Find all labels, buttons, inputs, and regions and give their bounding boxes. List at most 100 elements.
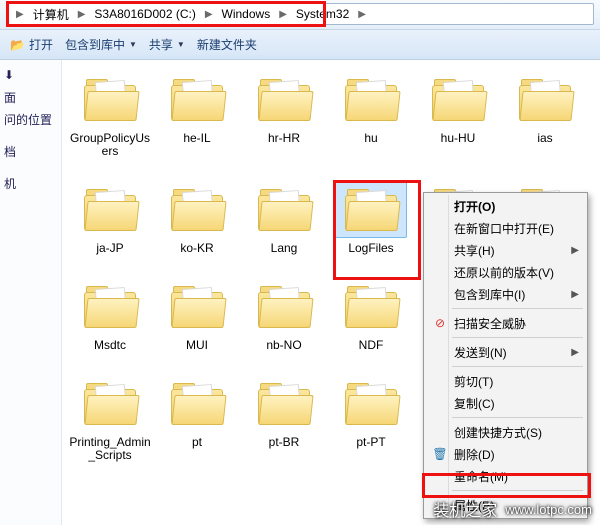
folder-thumb [248, 374, 320, 432]
menu-shortcut[interactable]: 创建快捷方式(S) [426, 421, 585, 443]
menu-rename[interactable]: 重命名(M) [426, 465, 585, 487]
folder-icon [256, 381, 312, 425]
menu-label: 还原以前的版本(V) [454, 264, 554, 281]
sidebar-item[interactable]: 面 [2, 86, 59, 108]
folder-thumb [248, 70, 320, 128]
chevron-right-icon: ▶ [279, 9, 287, 20]
include-label: 包含到库中 [65, 36, 125, 53]
folder-thumb [161, 277, 233, 335]
folder-item[interactable]: NDF [329, 277, 413, 352]
folder-item[interactable]: ja-JP [68, 180, 152, 255]
folder-item[interactable]: MUI [155, 277, 239, 352]
folder-thumb [335, 277, 407, 335]
menu-label: 共享(H) [454, 242, 495, 259]
share-button[interactable]: 共享▼ [149, 36, 185, 53]
folder-item[interactable]: he-IL [155, 70, 239, 158]
chevron-right-icon: ▶ [205, 9, 213, 20]
menu-label: 包含到库中(I) [454, 286, 525, 303]
share-label: 共享 [149, 36, 173, 53]
context-menu: 打开(O) 在新窗口中打开(E) 共享(H) ▶ 还原以前的版本(V) 包含到库中… [423, 192, 588, 519]
folder-item[interactable]: Printing_Admin_Scripts [68, 374, 152, 462]
menu-scan[interactable]: ⊘扫描安全威胁 [426, 312, 585, 334]
folder-label: NDF [359, 339, 384, 352]
folder-icon [517, 77, 573, 121]
watermark: 装机之家 www.lotpc.com [433, 497, 592, 521]
crumb-computer[interactable]: 计算机 [29, 5, 73, 24]
sidebar-item[interactable]: 问的位置 [2, 108, 59, 130]
folder-item[interactable]: Msdtc [68, 277, 152, 352]
folder-icon [82, 381, 138, 425]
folder-thumb [74, 277, 146, 335]
folder-icon [169, 187, 225, 231]
menu-copy[interactable]: 复制(C) [426, 392, 585, 414]
folder-thumb [248, 277, 320, 335]
folder-icon [343, 77, 399, 121]
menu-label: 在新窗口中打开(E) [454, 220, 554, 237]
folder-item[interactable]: GroupPolicyUsers [68, 70, 152, 158]
folder-icon [343, 381, 399, 425]
folder-label: pt [192, 436, 202, 449]
open-button[interactable]: 📂 打开 [10, 36, 53, 53]
menu-open[interactable]: 打开(O) [426, 195, 585, 217]
menu-share[interactable]: 共享(H) ▶ [426, 239, 585, 261]
chevron-right-icon: ▶ [78, 9, 86, 20]
menu-cut[interactable]: 剪切(T) [426, 370, 585, 392]
watermark-url: www.lotpc.com [505, 502, 592, 517]
folder-thumb [161, 180, 233, 238]
shield-icon: ⊘ [432, 315, 448, 331]
folder-item[interactable]: hu-HU [416, 70, 500, 158]
folder-item[interactable]: hu [329, 70, 413, 158]
folder-thumb [335, 70, 407, 128]
folder-icon [82, 284, 138, 328]
include-button[interactable]: 包含到库中 ▼ [65, 36, 137, 53]
chevron-down-icon: ▼ [129, 40, 137, 49]
sidebar-label: 问的位置 [4, 111, 52, 128]
folder-icon [82, 77, 138, 121]
sidebar-item[interactable]: ⬇ [2, 64, 59, 86]
folder-item[interactable]: Lang [242, 180, 326, 255]
crumb-drive[interactable]: S3A8016D002 (C:) [90, 6, 199, 22]
folder-label: LogFiles [348, 242, 393, 255]
menu-open-new[interactable]: 在新窗口中打开(E) [426, 217, 585, 239]
folder-thumb [335, 374, 407, 432]
crumb-system32[interactable]: System32 [292, 6, 353, 22]
submenu-arrow-icon: ▶ [571, 347, 579, 358]
menu-separator [452, 308, 583, 309]
folder-item[interactable]: pt [155, 374, 239, 462]
folder-item[interactable]: pt-BR [242, 374, 326, 462]
new-folder-button[interactable]: 新建文件夹 [197, 36, 257, 53]
folder-icon [343, 187, 399, 231]
folder-label: pt-PT [356, 436, 385, 449]
folder-label: Msdtc [94, 339, 126, 352]
menu-send-to[interactable]: 发送到(N) ▶ [426, 341, 585, 363]
new-folder-label: 新建文件夹 [197, 36, 257, 53]
sidebar-item[interactable]: 档 [2, 140, 59, 162]
folder-item[interactable]: ko-KR [155, 180, 239, 255]
delete-icon: 🗑 [432, 446, 448, 462]
folder-thumb [74, 180, 146, 238]
menu-label: 发送到(N) [454, 344, 507, 361]
sidebar-item[interactable]: 机 [2, 172, 59, 194]
crumb-windows[interactable]: Windows [218, 6, 275, 22]
folder-label: hu-HU [441, 132, 476, 145]
menu-separator [452, 366, 583, 367]
folder-label: pt-BR [269, 436, 300, 449]
folder-label: ko-KR [180, 242, 213, 255]
open-label: 打开 [29, 36, 53, 53]
folder-thumb [422, 70, 494, 128]
submenu-arrow-icon: ▶ [571, 289, 579, 300]
folder-item[interactable]: LogFiles [329, 180, 413, 255]
menu-delete[interactable]: 🗑 删除(D) [426, 443, 585, 465]
menu-include[interactable]: 包含到库中(I) ▶ [426, 283, 585, 305]
menu-label: 删除(D) [454, 446, 495, 463]
folder-item[interactable]: hr-HR [242, 70, 326, 158]
folder-thumb [74, 70, 146, 128]
submenu-arrow-icon: ▶ [571, 245, 579, 256]
menu-restore[interactable]: 还原以前的版本(V) [426, 261, 585, 283]
folder-item[interactable]: ias [503, 70, 587, 158]
breadcrumb[interactable]: ▶ 计算机 ▶ S3A8016D002 (C:) ▶ Windows ▶ Sys… [6, 3, 594, 25]
folder-label: nb-NO [266, 339, 301, 352]
folder-item[interactable]: pt-PT [329, 374, 413, 462]
folder-item[interactable]: nb-NO [242, 277, 326, 352]
command-bar: 📂 打开 包含到库中 ▼ 共享▼ 新建文件夹 [0, 30, 600, 60]
